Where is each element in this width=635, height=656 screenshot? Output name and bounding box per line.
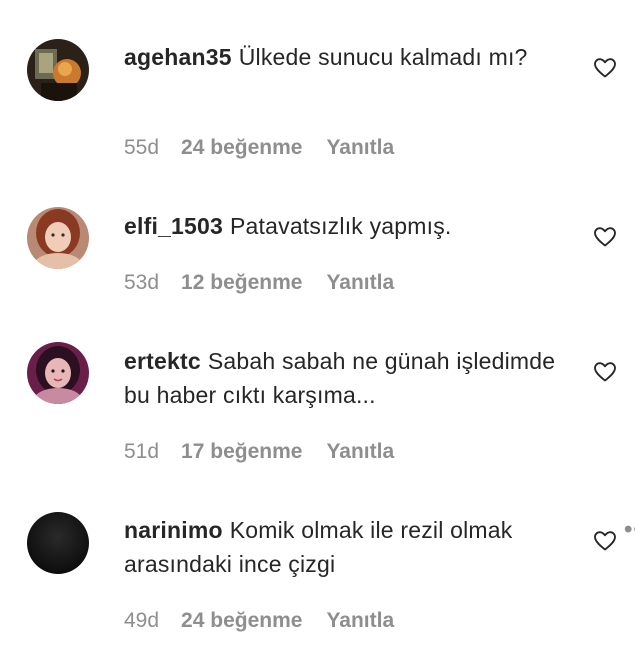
comment-meta: 55d 24 beğenme Yanıtla [124,136,394,160]
like-button[interactable] [593,360,617,384]
reply-button[interactable]: Yanıtla [326,136,394,159]
like-button[interactable] [593,225,617,249]
avatar-photo-icon [27,342,89,404]
username-link[interactable]: narinimo [124,517,223,543]
avatar[interactable] [27,207,89,269]
likes-count-button[interactable]: 24 beğenme [181,609,302,632]
avatar[interactable] [27,39,89,101]
timestamp[interactable]: 53d [124,271,159,294]
comment-body: ertektc Sabah sabah ne günah işledimde bu… [124,344,556,412]
comment-body: elfi_1503 Patavatsızlık yapmış. [124,209,556,243]
username-link[interactable]: elfi_1503 [124,213,223,239]
heart-outline-icon [594,531,616,551]
comment-meta: 53d 12 beğenme Yanıtla [124,271,394,295]
username-link[interactable]: agehan35 [124,44,232,70]
timestamp[interactable]: 49d [124,609,159,632]
username-link[interactable]: ertektc [124,348,201,374]
reply-button[interactable]: Yanıtla [326,440,394,463]
avatar[interactable] [27,512,89,574]
comment-meta: 49d 24 beğenme Yanıtla [124,609,394,633]
reply-button[interactable]: Yanıtla [326,609,394,632]
timestamp[interactable]: 55d [124,136,159,159]
comment-body: narinimo Komik olmak ile rezil olmak aras… [124,513,635,581]
heart-outline-icon [594,362,616,382]
heart-outline-icon [594,58,616,78]
likes-count-button[interactable]: 24 beğenme [181,136,302,159]
heart-outline-icon [594,227,616,247]
avatar[interactable] [27,342,89,404]
reply-button[interactable]: Yanıtla [326,271,394,294]
like-button[interactable] [593,529,617,553]
like-button[interactable] [593,56,617,80]
avatar-photo-icon [27,512,89,574]
more-options-button[interactable]: ••• [624,513,635,547]
avatar-photo-icon [27,39,89,101]
comment-text: Patavatsızlık yapmış. [230,213,452,239]
comment-text: Ülkede sunucu kalmadı mı? [238,44,528,70]
comment-body: agehan35 Ülkede sunucu kalmadı mı? [124,40,556,74]
likes-count-button[interactable]: 12 beğenme [181,271,302,294]
likes-count-button[interactable]: 17 beğenme [181,440,302,463]
avatar-photo-icon [27,207,89,269]
comment-meta: 51d 17 beğenme Yanıtla [124,440,394,464]
timestamp[interactable]: 51d [124,440,159,463]
